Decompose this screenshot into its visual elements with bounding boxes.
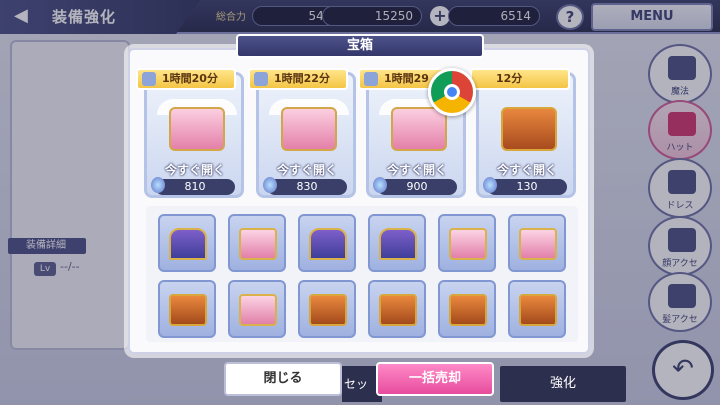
chest-card[interactable]: 今すぐ開く 810 bbox=[144, 72, 244, 198]
brown-chest-icon bbox=[449, 294, 487, 326]
chest-slot[interactable] bbox=[368, 280, 426, 338]
timer-text: 1時間22分 bbox=[274, 72, 330, 85]
pink-chest-icon bbox=[449, 228, 487, 260]
sell-all-button[interactable]: 一括売却 bbox=[376, 362, 494, 396]
potion-icon bbox=[151, 177, 165, 193]
castle-chest-icon bbox=[169, 228, 207, 260]
pink-chest-icon bbox=[391, 107, 447, 151]
pink-chest-icon bbox=[281, 107, 337, 151]
price-badge: 830 bbox=[267, 179, 347, 195]
brown-chest-icon bbox=[501, 107, 557, 151]
chest-slot[interactable] bbox=[228, 280, 286, 338]
chest-slot[interactable] bbox=[298, 280, 356, 338]
castle-chest-icon bbox=[379, 228, 417, 260]
timer-text: 1時間20分 bbox=[162, 72, 218, 85]
chest-timer: 1時間20分 bbox=[136, 68, 236, 90]
open-now-text: 今すぐ開く bbox=[276, 163, 337, 177]
brown-chest-icon bbox=[519, 294, 557, 326]
potion-icon bbox=[373, 177, 387, 193]
pink-chest-icon bbox=[519, 228, 557, 260]
close-button[interactable]: 閉じる bbox=[224, 362, 342, 396]
chrome-center bbox=[444, 84, 460, 100]
brown-chest-icon bbox=[309, 294, 347, 326]
chest-card[interactable]: 今すぐ開く 830 bbox=[256, 72, 356, 198]
opening-chests: 今すぐ開く 810 今すぐ開く 830 今すぐ開く 900 今すぐ開く 130 … bbox=[136, 58, 592, 200]
hourglass-icon bbox=[364, 72, 378, 86]
enhance-button[interactable]: 強化 bbox=[500, 366, 626, 402]
hourglass-icon bbox=[142, 72, 156, 86]
chest-slot[interactable] bbox=[298, 214, 356, 272]
pink-chest-icon bbox=[169, 107, 225, 151]
chest-slot[interactable] bbox=[508, 214, 566, 272]
chest-slot[interactable] bbox=[368, 214, 426, 272]
hourglass-icon bbox=[254, 72, 268, 86]
castle-chest-icon bbox=[309, 228, 347, 260]
chest-timer: 12分 bbox=[470, 68, 570, 90]
chest-slot[interactable] bbox=[438, 280, 496, 338]
chest-timer: 1時間22分 bbox=[248, 68, 348, 90]
pink-chest-icon bbox=[239, 294, 277, 326]
chest-slot[interactable] bbox=[228, 214, 286, 272]
open-now-text: 今すぐ開く bbox=[164, 163, 225, 177]
chrome-icon[interactable] bbox=[428, 68, 476, 116]
chest-slot[interactable] bbox=[158, 214, 216, 272]
price-badge: 130 bbox=[487, 179, 567, 195]
brown-chest-icon bbox=[379, 294, 417, 326]
open-now-text: 今すぐ開く bbox=[496, 163, 557, 177]
timer-text: 12分 bbox=[496, 72, 523, 85]
price-badge: 810 bbox=[155, 179, 235, 195]
potion-icon bbox=[483, 177, 497, 193]
potion-icon bbox=[263, 177, 277, 193]
chest-slot[interactable] bbox=[438, 214, 496, 272]
pink-chest-icon bbox=[239, 228, 277, 260]
chest-slot[interactable] bbox=[158, 280, 216, 338]
price-badge: 900 bbox=[377, 179, 457, 195]
timer-text: 1時間29 bbox=[384, 72, 429, 85]
modal-title: 宝箱 bbox=[236, 34, 484, 58]
open-now-text: 今すぐ開く bbox=[386, 163, 447, 177]
chest-card[interactable]: 今すぐ開く 130 bbox=[476, 72, 576, 198]
brown-chest-icon bbox=[169, 294, 207, 326]
chest-slot[interactable] bbox=[508, 280, 566, 338]
